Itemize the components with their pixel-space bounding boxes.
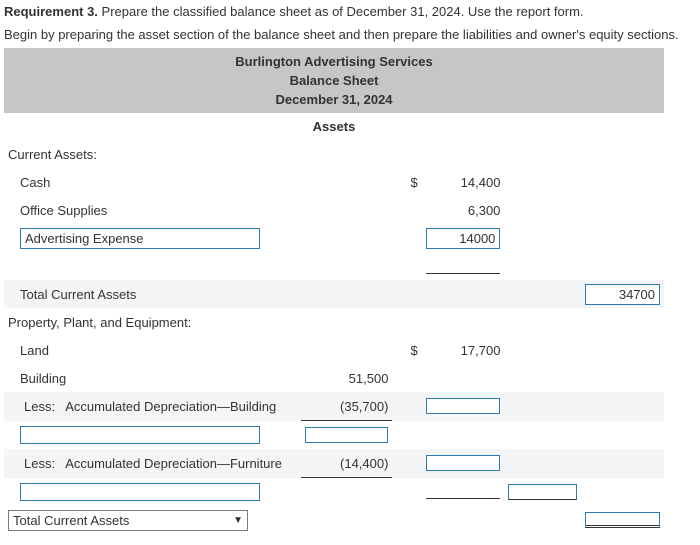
sheet-header: Burlington Advertising Services Balance … (4, 48, 664, 113)
ppe-row: Property, Plant, and Equipment: (4, 308, 664, 336)
accum-dep-building-row: Less: Accumulated Depreciation—Building … (4, 392, 664, 421)
accum-dep-furniture-row: Less: Accumulated Depreciation—Furniture… (4, 449, 664, 478)
blank-item-row-2 (4, 478, 664, 507)
requirement-text: Prepare the classified balance sheet as … (102, 4, 584, 19)
land-label: Land (4, 336, 301, 364)
cash-currency: $ (392, 168, 421, 196)
grand-total-input[interactable] (585, 512, 660, 528)
requirement-title: Requirement 3. Prepare the classified ba… (4, 4, 696, 19)
total-current-assets-row: Total Current Assets 34700 (4, 280, 664, 308)
less-label: Less: (24, 456, 55, 471)
cash-row: Cash $ 14,400 (4, 168, 664, 196)
line-item-value-input[interactable] (305, 427, 388, 443)
total-select-value: Total Current Assets (13, 513, 129, 528)
line-item-value-input[interactable]: 14000 (426, 228, 501, 249)
line-item-input[interactable] (20, 426, 260, 444)
balance-sheet: Burlington Advertising Services Balance … (4, 48, 664, 534)
cash-value: 14,400 (422, 168, 505, 196)
line-item-input[interactable] (20, 483, 260, 501)
net-furniture-input[interactable] (426, 455, 501, 471)
total-select-row: Total Current Assets ▼ (4, 506, 664, 534)
office-supplies-label: Office Supplies (4, 196, 301, 224)
spacer-row (4, 252, 664, 280)
accum-dep-building-value: (35,700) (301, 392, 392, 421)
office-supplies-row: Office Supplies 6,300 (4, 196, 664, 224)
building-row: Building 51,500 (4, 364, 664, 392)
ppe-label: Property, Plant, and Equipment: (4, 308, 301, 336)
net-building-input[interactable] (426, 398, 501, 414)
accum-dep-building-label: Accumulated Depreciation—Building (65, 399, 276, 414)
line-item-input[interactable]: Advertising Expense (20, 228, 260, 249)
total-current-assets-label: Total Current Assets (4, 280, 301, 308)
current-assets-row: Current Assets: (4, 140, 664, 168)
total-current-assets-input[interactable]: 34700 (585, 284, 660, 305)
current-assets-label: Current Assets: (4, 140, 301, 168)
chevron-down-icon: ▼ (233, 515, 243, 526)
building-label: Building (4, 364, 301, 392)
land-row: Land $ 17,700 (4, 336, 664, 364)
report-date: December 31, 2024 (4, 90, 664, 109)
blank-item-row-1 (4, 421, 664, 450)
subtotal-input[interactable] (508, 484, 577, 500)
report-name: Balance Sheet (4, 71, 664, 90)
balance-sheet-table: Current Assets: Cash $ 14,400 Office Sup… (4, 140, 664, 534)
company-name: Burlington Advertising Services (4, 52, 664, 71)
total-select[interactable]: Total Current Assets ▼ (8, 510, 248, 531)
accum-dep-furniture-value: (14,400) (301, 449, 392, 478)
office-supplies-value: 6,300 (422, 196, 505, 224)
building-value: 51,500 (301, 364, 392, 392)
requirement-label: Requirement 3. (4, 4, 98, 19)
instruction-text: Begin by preparing the asset section of … (4, 27, 696, 42)
adv-exp-row: Advertising Expense 14000 (4, 224, 664, 252)
land-value: 17,700 (422, 336, 505, 364)
cash-label: Cash (4, 168, 301, 196)
accum-dep-furniture-label: Accumulated Depreciation—Furniture (65, 456, 282, 471)
less-label: Less: (24, 399, 55, 414)
land-currency: $ (392, 336, 421, 364)
assets-heading: Assets (4, 113, 664, 140)
